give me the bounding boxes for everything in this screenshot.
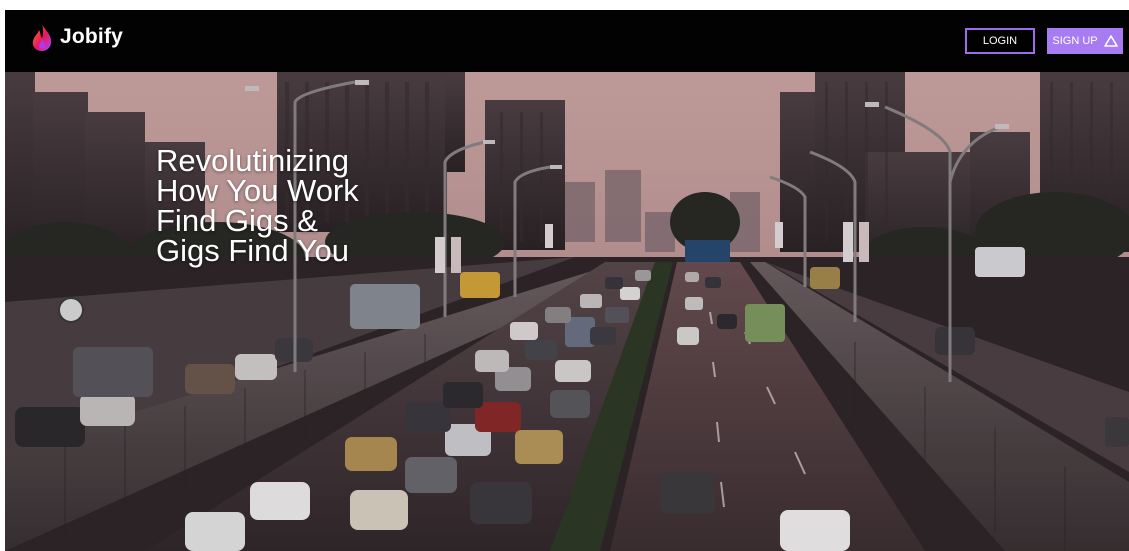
signup-button[interactable]: SIGN UP [1047,28,1123,54]
signup-button-label: SIGN UP [1052,35,1098,47]
nav-actions: LOGIN SIGN UP [965,28,1123,54]
hero-section: Revolutinizing How You Work Find Gigs & … [5,72,1129,551]
hero-headline-line: Gigs Find You [156,233,350,268]
app-frame: Jobify LOGIN SIGN UP Revolutinizing How … [5,10,1129,551]
login-button[interactable]: LOGIN [965,28,1035,54]
login-button-label: LOGIN [982,35,1018,47]
hero-headline-line: Revolutinizing [156,143,349,178]
brand-name: Jobify [60,25,124,48]
hero-headline-line: How You Work [156,173,359,208]
hero-headline: Revolutinizing How You Work Find Gigs & … [156,143,359,268]
brand-home-link[interactable]: Jobify [30,22,123,52]
hero-headline-line: Find Gigs & [156,203,318,238]
top-navbar: Jobify LOGIN SIGN UP [5,10,1129,72]
flame-icon [32,23,52,51]
triangle-icon [1103,35,1118,47]
